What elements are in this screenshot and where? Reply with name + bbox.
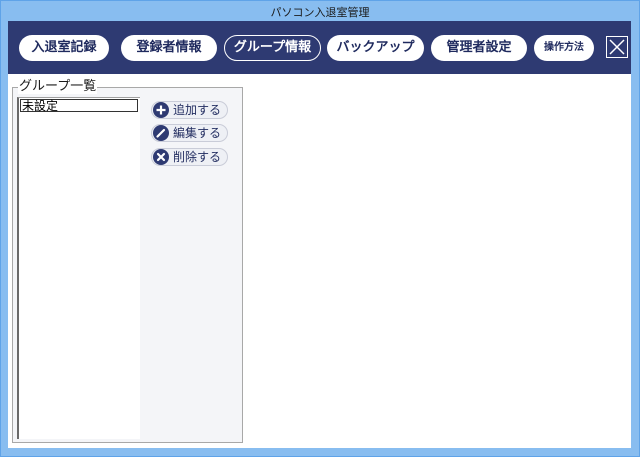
x-circle-icon (153, 149, 169, 165)
edit-group-button[interactable]: 編集する (151, 124, 228, 142)
pencil-circle-icon (153, 125, 169, 141)
delete-group-label: 削除する (173, 150, 222, 164)
add-group-label: 追加する (173, 103, 222, 117)
close-icon (609, 39, 625, 55)
group-list-title: グループ一覧 (18, 79, 98, 94)
group-listbox[interactable]: 未設定 (17, 97, 140, 439)
plus-circle-icon (153, 102, 169, 118)
title-bar[interactable]: パソコン入退室管理 (1, 1, 639, 22)
delete-group-button[interactable]: 削除する (151, 148, 228, 166)
tab-group-info[interactable]: グループ情報 (224, 35, 321, 61)
close-button[interactable] (606, 36, 628, 58)
edit-group-label: 編集する (173, 126, 222, 140)
window-title: パソコン入退室管理 (270, 6, 370, 19)
tab-entry-log[interactable]: 入退室記録 (19, 35, 109, 61)
add-group-button[interactable]: 追加する (151, 101, 228, 119)
nav-bar: 入退室記録 登録者情報 グループ情報 バックアップ 管理者設定 操作方法 (8, 21, 631, 74)
tab-backup[interactable]: バックアップ (327, 35, 424, 61)
tab-registrant-info[interactable]: 登録者情報 (121, 35, 217, 61)
tab-admin-settings[interactable]: 管理者設定 (431, 35, 527, 61)
list-item[interactable]: 未設定 (20, 99, 138, 112)
tab-how-to-use[interactable]: 操作方法 (534, 35, 594, 61)
